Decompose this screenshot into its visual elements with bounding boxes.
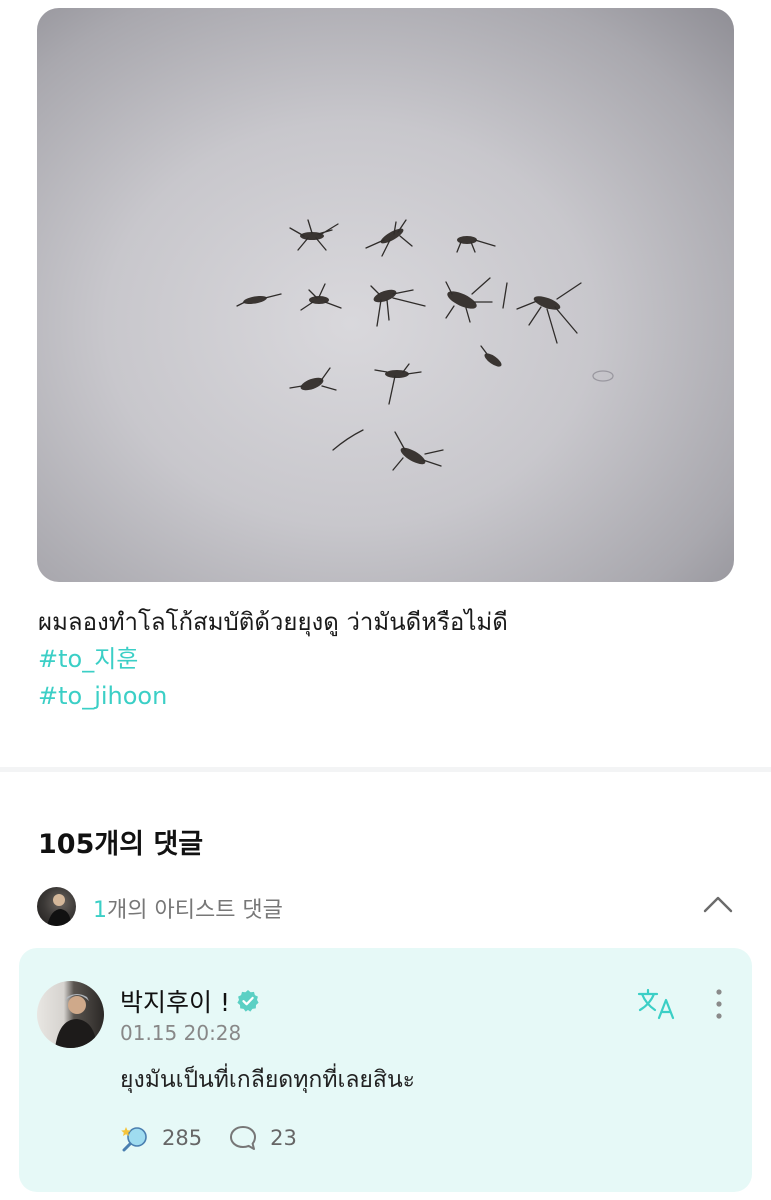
comment-author[interactable]: 박지후이 !: [120, 983, 260, 1019]
reply-count: 23: [270, 1126, 297, 1150]
caption-text: ผมลองทำโลโก้สมบัติด้วยยุงดู ว่ามันดีหรือ…: [38, 608, 508, 636]
reply-bubble-icon[interactable]: [228, 1124, 258, 1152]
comment-text: ยุงมันเป็นที่เกลียดทุกที่เลยสินะ: [120, 1067, 416, 1093]
artist-avatar: [37, 887, 76, 926]
comment-reactions: 285 23: [120, 1123, 297, 1153]
translate-icon[interactable]: [637, 988, 677, 1020]
comment-timestamp: 01.15 20:28: [120, 1021, 242, 1045]
hashtag-link[interactable]: #to_jihoon: [38, 678, 738, 715]
comment-count: 105개의 댓글: [38, 829, 204, 860]
like-lightstick-icon[interactable]: [120, 1124, 150, 1152]
more-options-icon[interactable]: [709, 988, 729, 1020]
artist-comment-card: 박지후이 ! 01.15 20:28 ยุงมันเป็นที่เกลียดทุ…: [19, 948, 752, 1192]
artist-comments-label: 1개의 아티스트 댓글: [93, 892, 283, 924]
artist-comments-toggle[interactable]: 1개의 아티스트 댓글: [37, 886, 737, 926]
artist-comment-count: 1: [93, 898, 107, 923]
section-divider: [0, 767, 771, 772]
verified-badge-icon: [237, 990, 259, 1012]
post-caption: ผมลองทำโลโก้สมบัติด้วยยุงดู ว่ามันดีหรือ…: [38, 604, 738, 715]
author-name: 박지후이 !: [120, 988, 230, 1017]
hashtag-link[interactable]: #to_지훈: [38, 641, 738, 678]
post-photo[interactable]: [37, 8, 734, 582]
mosquito-photo: [236, 219, 614, 471]
like-count: 285: [162, 1126, 203, 1150]
avatar[interactable]: [37, 981, 104, 1048]
chevron-up-icon[interactable]: [703, 894, 733, 914]
artist-comments-text: 개의 아티스트 댓글: [107, 898, 283, 923]
